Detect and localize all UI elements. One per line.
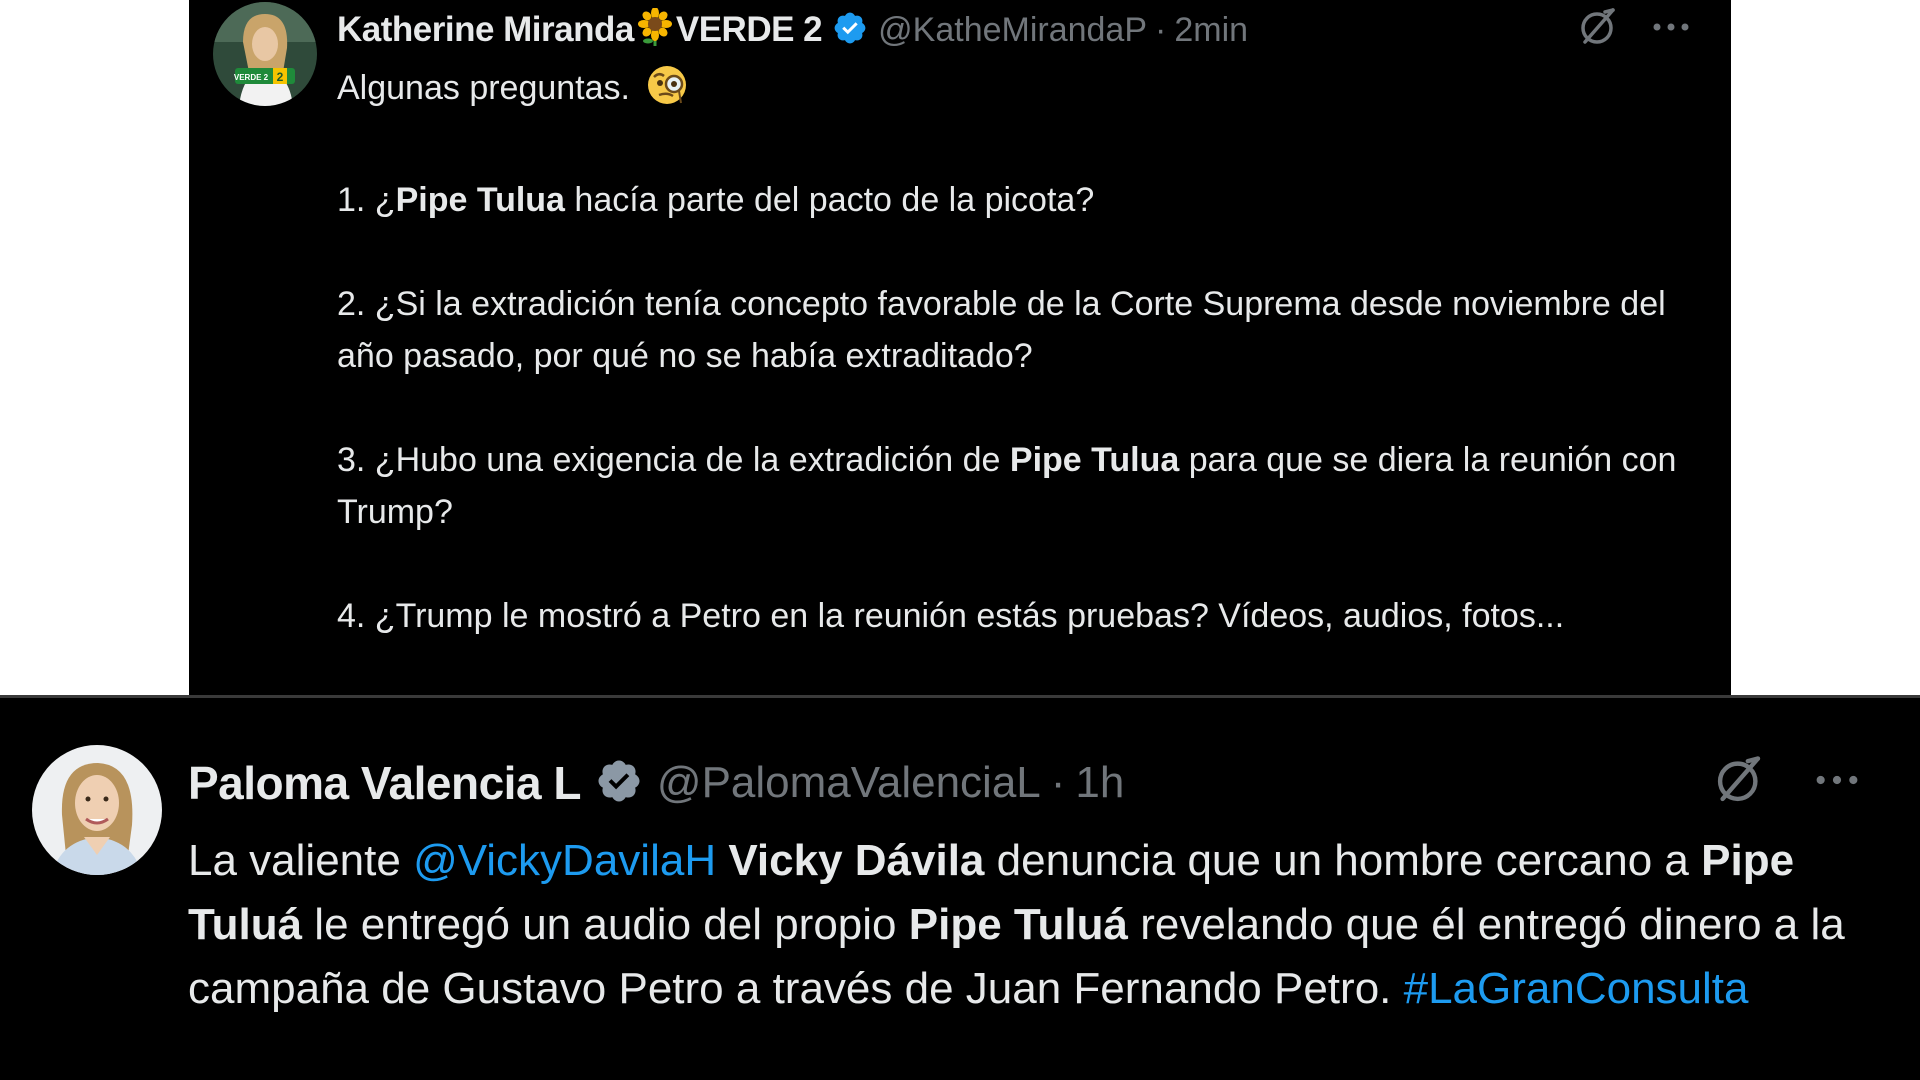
- separator-dot: ·: [1050, 758, 1066, 807]
- tweet-time[interactable]: 2min: [1174, 11, 1248, 50]
- author-name-suffix: VERDE 2: [675, 10, 823, 49]
- text-4: le entregó un audio del propio: [302, 900, 909, 949]
- author-name[interactable]: Katherine Miranda: [337, 10, 634, 50]
- author-handle[interactable]: @PalomaValenciaL: [657, 758, 1041, 808]
- avatar-paloma-valencia[interactable]: [32, 745, 162, 875]
- text-1: La valiente: [188, 836, 414, 885]
- separator-dot: ·: [1155, 10, 1167, 49]
- avatar-image: [32, 745, 162, 875]
- avatar-image: 2 VERDE 2: [213, 2, 317, 106]
- question-1: 1. ¿Pipe Tulua hacía parte del pacto de …: [337, 174, 1677, 226]
- avatar-katherine-miranda[interactable]: 2 VERDE 2: [213, 2, 317, 106]
- svg-text:2: 2: [277, 70, 284, 84]
- hashtag-link[interactable]: #LaGranConsulta: [1404, 964, 1749, 1013]
- tweet-actions: [1575, 4, 1691, 50]
- tweet-intro: Algunas preguntas.: [337, 62, 1677, 122]
- author-name[interactable]: Paloma Valencia L: [188, 756, 581, 810]
- tweet-header: Paloma Valencia L @PalomaValenciaL · 1h: [188, 753, 1124, 813]
- verified-icon: [832, 10, 868, 51]
- tweet-header: Katherine Miranda VERDE 2 @KatheMirandaP…: [337, 6, 1691, 53]
- q3-bold: Pipe Tulua: [1009, 441, 1180, 479]
- divider: [0, 695, 1920, 703]
- text-3: denuncia que un hombre cercano a: [984, 836, 1702, 885]
- monocle-face-icon: [645, 63, 689, 122]
- tweet-body: Algunas preguntas. 1. ¿Pipe Tulua hacía …: [337, 62, 1677, 642]
- sunflower-icon: [637, 6, 673, 53]
- question-4: 4. ¿Trump le mostró a Petro en la reunió…: [337, 597, 1565, 635]
- bold-1: Vicky Dávila: [728, 836, 985, 885]
- q3-pre: 3. ¿Hubo una exigencia de la extradición…: [337, 441, 1010, 479]
- tweet-katherine-miranda: 2 VERDE 2 Katherine Miranda VERDE 2 @Kat…: [189, 0, 1731, 695]
- bold-3: Pipe Tuluá: [908, 900, 1128, 949]
- tweet-actions: [1710, 751, 1862, 809]
- author-handle[interactable]: @KatheMirandaP: [878, 11, 1147, 50]
- tweet-text: La valiente @VickyDavilaH Vicky Dávila d…: [188, 829, 1868, 1021]
- more-icon[interactable]: [1651, 21, 1691, 33]
- intro-text: Algunas preguntas.: [337, 69, 630, 107]
- question-2: 2. ¿Si la extradición tenía concepto fav…: [337, 285, 1666, 375]
- grok-icon[interactable]: [1575, 4, 1621, 50]
- grok-icon[interactable]: [1710, 751, 1768, 809]
- q1-bold: Pipe Tulua: [395, 181, 565, 219]
- tweet-paloma-valencia: Paloma Valencia L @PalomaValenciaL · 1h: [0, 703, 1920, 1080]
- avatar-badge-text: VERDE 2: [234, 73, 269, 82]
- more-icon[interactable]: [1812, 773, 1862, 787]
- verified-icon: [595, 757, 643, 810]
- tweet-body: La valiente @VickyDavilaH Vicky Dávila d…: [188, 829, 1868, 1021]
- tweet-time[interactable]: 1h: [1075, 758, 1124, 808]
- q1-num: 1. ¿: [337, 181, 396, 219]
- q1-rest: hacía parte del pacto de la picota?: [564, 181, 1095, 219]
- question-3: 3. ¿Hubo una exigencia de la extradición…: [337, 434, 1677, 538]
- mention-link[interactable]: @VickyDavilaH: [413, 836, 716, 885]
- text-2: [716, 836, 728, 885]
